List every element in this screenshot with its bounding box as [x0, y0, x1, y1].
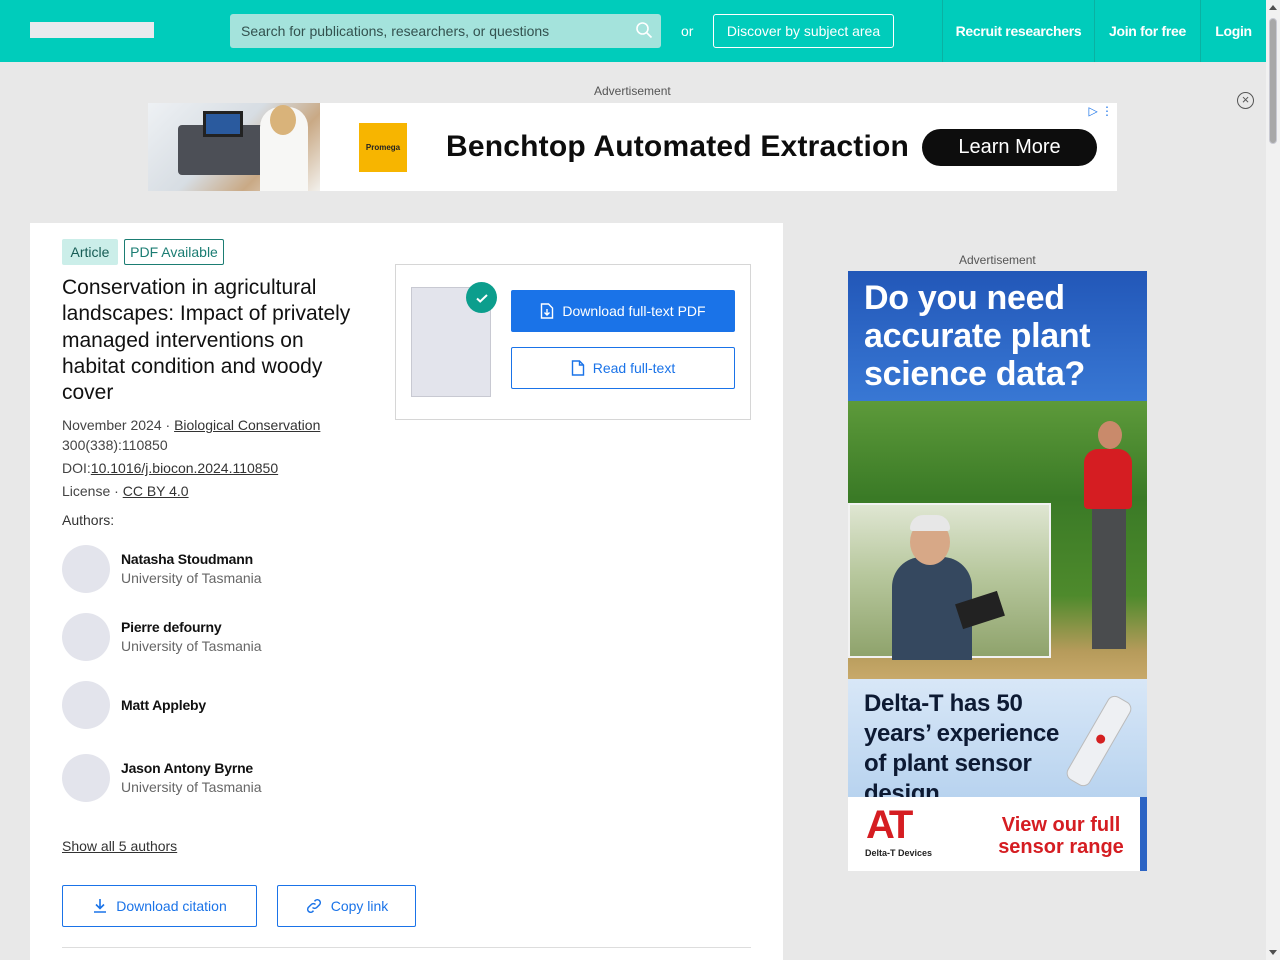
- read-full-text-button[interactable]: Read full-text: [511, 347, 735, 389]
- license-label: License ·: [62, 483, 123, 499]
- license-line: License · CC BY 4.0: [62, 482, 189, 500]
- publication-date: November 2024 ·: [62, 417, 175, 433]
- link-icon: [306, 898, 321, 914]
- avatar[interactable]: [62, 681, 110, 729]
- side-ad-label: Advertisement: [959, 253, 1036, 267]
- download-icon: [94, 899, 107, 913]
- journal-link[interactable]: Biological Conservation: [174, 417, 320, 433]
- document-icon: [571, 360, 584, 376]
- publication-card: Article PDF Available Conservation in ag…: [30, 223, 783, 960]
- view-sensor-range-cta[interactable]: View our full sensor range: [986, 814, 1136, 858]
- doi-link[interactable]: 10.1016/j.biocon.2024.110850: [91, 460, 278, 476]
- author-affiliation: University of Tasmania: [121, 779, 262, 795]
- license-link[interactable]: CC BY 4.0: [123, 483, 189, 499]
- author-item[interactable]: Jason Antony Byrne University of Tasmani…: [62, 754, 362, 802]
- learn-more-button[interactable]: Learn More: [922, 129, 1097, 166]
- author-name[interactable]: Matt Appleby: [121, 697, 206, 713]
- full-text-box: Download full-text PDF Read full-text: [395, 264, 751, 420]
- copy-link-button[interactable]: Copy link: [277, 885, 416, 927]
- avatar[interactable]: [62, 754, 110, 802]
- site-logo[interactable]: [30, 22, 154, 38]
- delta-t-logo: AT: [866, 803, 913, 847]
- top-header: or Discover by subject area Recruit rese…: [0, 0, 1266, 62]
- volume-info: 300(338):110850: [62, 437, 168, 453]
- read-full-text-label: Read full-text: [592, 360, 676, 376]
- pdf-download-icon: [541, 303, 554, 319]
- author-item[interactable]: Natasha Stoudmann University of Tasmania: [62, 545, 362, 593]
- author-name[interactable]: Pierre defourny: [121, 619, 222, 635]
- doi-line: DOI:10.1016/j.biocon.2024.110850: [62, 459, 278, 477]
- side-banner-ad[interactable]: Do you need accurate plant science data?…: [848, 271, 1147, 871]
- download-pdf-label: Download full-text PDF: [562, 303, 706, 319]
- join-for-free-link[interactable]: Join for free: [1094, 0, 1200, 62]
- author-affiliation: University of Tasmania: [121, 638, 262, 654]
- close-ad-icon[interactable]: ×: [1237, 92, 1254, 109]
- avatar[interactable]: [62, 613, 110, 661]
- top-banner-ad[interactable]: Promega Benchtop Automated Extraction Le…: [148, 103, 1117, 191]
- search-box: [230, 14, 661, 48]
- adchoices-icon[interactable]: ▷ ⋮: [1088, 104, 1113, 118]
- avatar[interactable]: [62, 545, 110, 593]
- ad-body-text: Delta-T has 50 years’ experience of plan…: [864, 690, 1060, 807]
- doi-label: DOI:: [62, 460, 91, 476]
- scroll-down-arrow-icon[interactable]: [1269, 950, 1277, 955]
- show-all-authors-link[interactable]: Show all 5 authors: [62, 838, 177, 854]
- checkmark-icon: [466, 282, 497, 313]
- ad-lab-photo: [148, 103, 320, 191]
- download-citation-button[interactable]: Download citation: [62, 885, 257, 927]
- download-full-text-pdf-button[interactable]: Download full-text PDF: [511, 290, 735, 332]
- login-link[interactable]: Login: [1200, 0, 1266, 62]
- promega-logo: Promega: [359, 123, 407, 172]
- author-name[interactable]: Jason Antony Byrne: [121, 760, 253, 776]
- page-scrollbar[interactable]: [1266, 0, 1280, 960]
- author-item[interactable]: Matt Appleby: [62, 681, 362, 729]
- publication-date-journal: November 2024 · Biological Conservation: [62, 416, 320, 434]
- or-separator: or: [681, 23, 694, 39]
- search-input[interactable]: [230, 14, 620, 48]
- download-citation-label: Download citation: [116, 898, 227, 914]
- top-ad-label: Advertisement: [594, 84, 671, 98]
- pdf-available-badge: PDF Available: [124, 239, 224, 265]
- author-item[interactable]: Pierre defourny University of Tasmania: [62, 613, 362, 661]
- discover-by-subject-button[interactable]: Discover by subject area: [713, 14, 894, 48]
- ad-farmer-photo: [848, 503, 1051, 660]
- delta-t-logo-sub: Delta-T Devices: [865, 848, 933, 858]
- divider: [62, 947, 751, 948]
- author-name[interactable]: Natasha Stoudmann: [121, 551, 253, 567]
- scroll-up-arrow-icon[interactable]: [1269, 5, 1277, 10]
- scrollbar-thumb[interactable]: [1269, 18, 1277, 144]
- ad-headline: Benchtop Automated Extraction: [446, 130, 910, 163]
- copy-link-label: Copy link: [330, 898, 389, 914]
- article-type-badge: Article: [62, 239, 118, 265]
- recruit-researchers-link[interactable]: Recruit researchers: [942, 0, 1094, 62]
- ad-question: Do you need accurate plant science data?: [864, 279, 1091, 393]
- author-affiliation: University of Tasmania: [121, 570, 262, 586]
- authors-heading: Authors:: [62, 512, 115, 528]
- search-icon[interactable]: [635, 21, 653, 39]
- article-title: Conservation in agricultural landscapes:…: [62, 276, 351, 405]
